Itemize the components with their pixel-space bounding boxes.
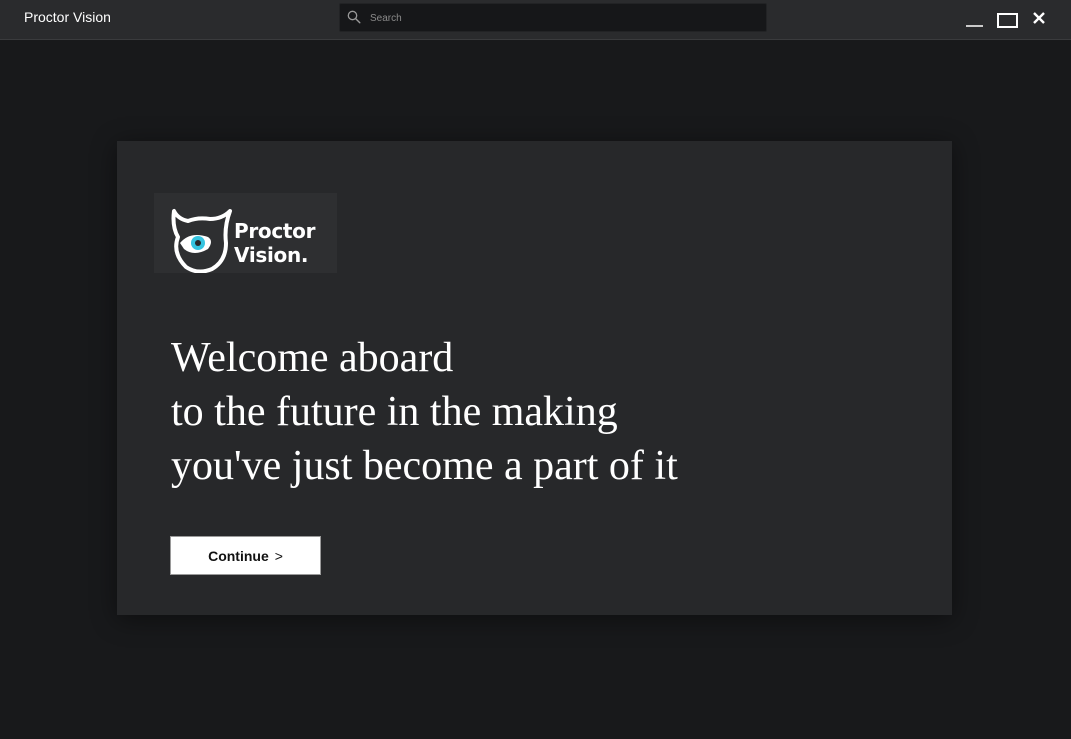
close-button[interactable] <box>1026 8 1052 30</box>
search-box[interactable] <box>339 3 767 32</box>
minimize-button[interactable] <box>962 8 988 30</box>
minimize-icon <box>966 25 983 27</box>
logo-line-1: Proctor <box>234 219 316 243</box>
title-bar: Proctor Vision <box>0 0 1071 40</box>
welcome-headline: Welcome aboard to the future in the maki… <box>171 331 678 493</box>
logo-wordmark: Proctor Vision. <box>234 219 315 267</box>
proctor-vision-logo: Proctor Vision. <box>154 193 337 273</box>
owl-logo-icon <box>171 209 232 273</box>
maximize-icon <box>997 13 1018 28</box>
search-input[interactable] <box>370 8 750 28</box>
continue-button[interactable]: Continue > <box>170 536 321 575</box>
close-icon <box>1033 12 1045 24</box>
headline-line-2: to the future in the making <box>171 389 618 435</box>
headline-line-1: Welcome aboard <box>171 335 454 381</box>
continue-label: Continue <box>208 547 269 564</box>
maximize-button[interactable] <box>994 8 1020 30</box>
logo-line-2: Vision. <box>234 243 309 267</box>
search-icon <box>347 10 361 24</box>
app-title: Proctor Vision <box>24 9 111 25</box>
welcome-card: Proctor Vision. Welcome aboard to the fu… <box>117 141 952 615</box>
headline-line-3: you've just become a part of it <box>171 443 678 489</box>
chevron-right-icon: > <box>274 547 283 564</box>
